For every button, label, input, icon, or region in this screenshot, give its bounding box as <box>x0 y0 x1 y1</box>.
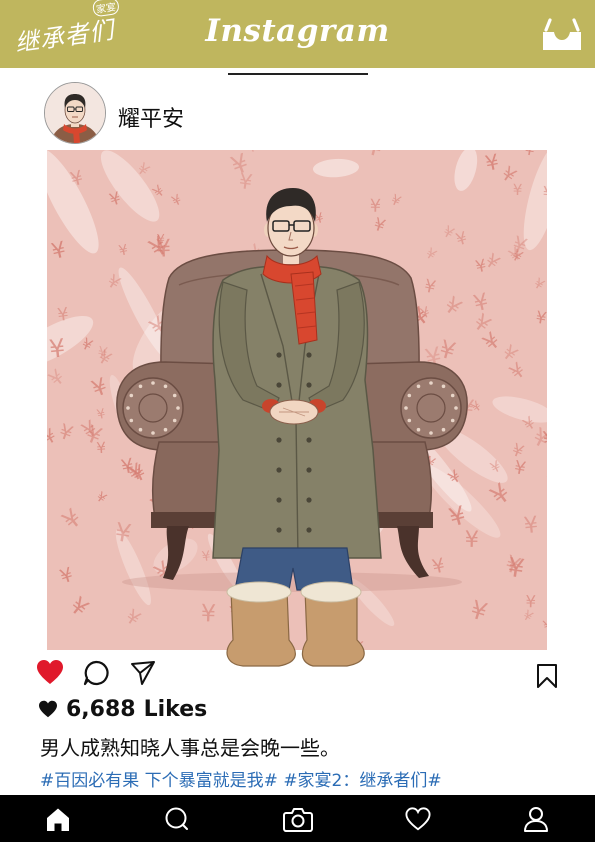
chair-stud <box>163 384 168 389</box>
chair-roll-left <box>122 377 184 439</box>
chair-stud <box>450 418 455 423</box>
bottom-nav <box>0 795 595 842</box>
chair-stud <box>450 393 455 398</box>
chair-stud <box>407 418 412 423</box>
chair-stud <box>441 427 446 432</box>
coat-button <box>306 352 312 358</box>
chair-stud <box>163 427 168 432</box>
yen-symbol: ¥ <box>523 512 540 539</box>
coat-button <box>276 527 282 533</box>
coat-button <box>276 382 282 388</box>
coat-button <box>306 497 312 503</box>
heart-icon <box>39 700 57 718</box>
likes-row[interactable]: 6,688 Likes <box>38 696 207 722</box>
send-paper-plane-icon[interactable] <box>130 660 156 686</box>
chair-stud <box>138 427 143 432</box>
avatar[interactable] <box>44 82 106 144</box>
post-image[interactable]: ¥¥¥¥¥¥¥¥¥¥¥¥¥¥¥¥¥¥¥¥ ¥¥¥¥¥¥¥ ¥¥¥¥¥¥¥¥¥¥¥¥¥… <box>47 150 547 670</box>
yen-symbol: ¥ <box>513 181 523 199</box>
avatar-portrait-icon <box>45 83 105 143</box>
yen-symbol: ¥ <box>370 196 382 217</box>
chair-stud <box>454 406 458 410</box>
chair-stud <box>172 418 177 423</box>
coat-button <box>306 437 312 443</box>
coat-button <box>276 497 282 503</box>
coat-button <box>306 467 312 473</box>
yen-symbol: ¥ <box>56 305 70 326</box>
inbox-tray-icon[interactable] <box>540 18 584 52</box>
chair-stud <box>151 431 155 435</box>
chair-stud <box>407 393 412 398</box>
comment-bubble-icon[interactable] <box>83 660 109 686</box>
yen-symbol: ¥ <box>464 527 479 553</box>
chair-stud <box>441 384 446 389</box>
chair-stud <box>138 384 143 389</box>
likes-count: 6,688 <box>66 696 136 722</box>
likes-label: Likes <box>143 696 208 722</box>
coat-button <box>306 527 312 533</box>
boot-fur-left <box>226 581 292 603</box>
boot-fur-right <box>300 581 362 603</box>
home-icon[interactable] <box>45 806 71 832</box>
profile-name[interactable]: 耀平安 <box>118 101 184 133</box>
coat-button <box>306 382 312 388</box>
chair-stud <box>429 381 433 385</box>
heart-outline-icon[interactable] <box>405 806 431 832</box>
chair-stud <box>172 393 177 398</box>
top-bar: 继承者们 家宴 Instagram <box>0 0 595 68</box>
yen-symbol: ¥ <box>200 599 216 628</box>
header-divider <box>228 73 368 75</box>
chair-stud <box>404 406 408 410</box>
coat-button <box>276 437 282 443</box>
hashtag-link[interactable]: #家宴2：继承者们# <box>283 771 441 791</box>
coat-button <box>276 352 282 358</box>
profile-person-icon[interactable] <box>523 806 549 832</box>
chair-stud <box>126 406 130 410</box>
yen-symbol: ¥ <box>542 184 554 205</box>
camera-icon[interactable] <box>283 806 313 832</box>
app-title: Instagram <box>205 13 390 49</box>
bookmark-icon[interactable] <box>536 663 558 689</box>
post-caption: 男人成熟知晓人事总是会晚一些。 <box>40 736 340 760</box>
yen-symbol: ¥ <box>96 439 107 457</box>
chair-stud <box>429 431 433 435</box>
chair-stud <box>416 427 421 432</box>
chair-stud <box>129 393 134 398</box>
yen-symbol: ¥ <box>155 234 171 263</box>
yen-symbol: ¥ <box>48 333 67 364</box>
chair-stud <box>129 418 134 423</box>
chair-stud <box>151 381 155 385</box>
heart-filled-icon[interactable] <box>36 659 64 685</box>
search-icon[interactable] <box>164 806 190 832</box>
chair-stud <box>176 406 180 410</box>
hashtag-link[interactable]: #百因必有果 下个暴富就是我# <box>40 771 278 791</box>
chair-stud <box>416 384 421 389</box>
yen-symbol: ¥ <box>541 426 559 454</box>
coat-button <box>276 467 282 473</box>
post-hashtags: #百因必有果 下个暴富就是我# #家宴2：继承者们# <box>40 766 442 791</box>
chair-roll-right <box>400 377 462 439</box>
